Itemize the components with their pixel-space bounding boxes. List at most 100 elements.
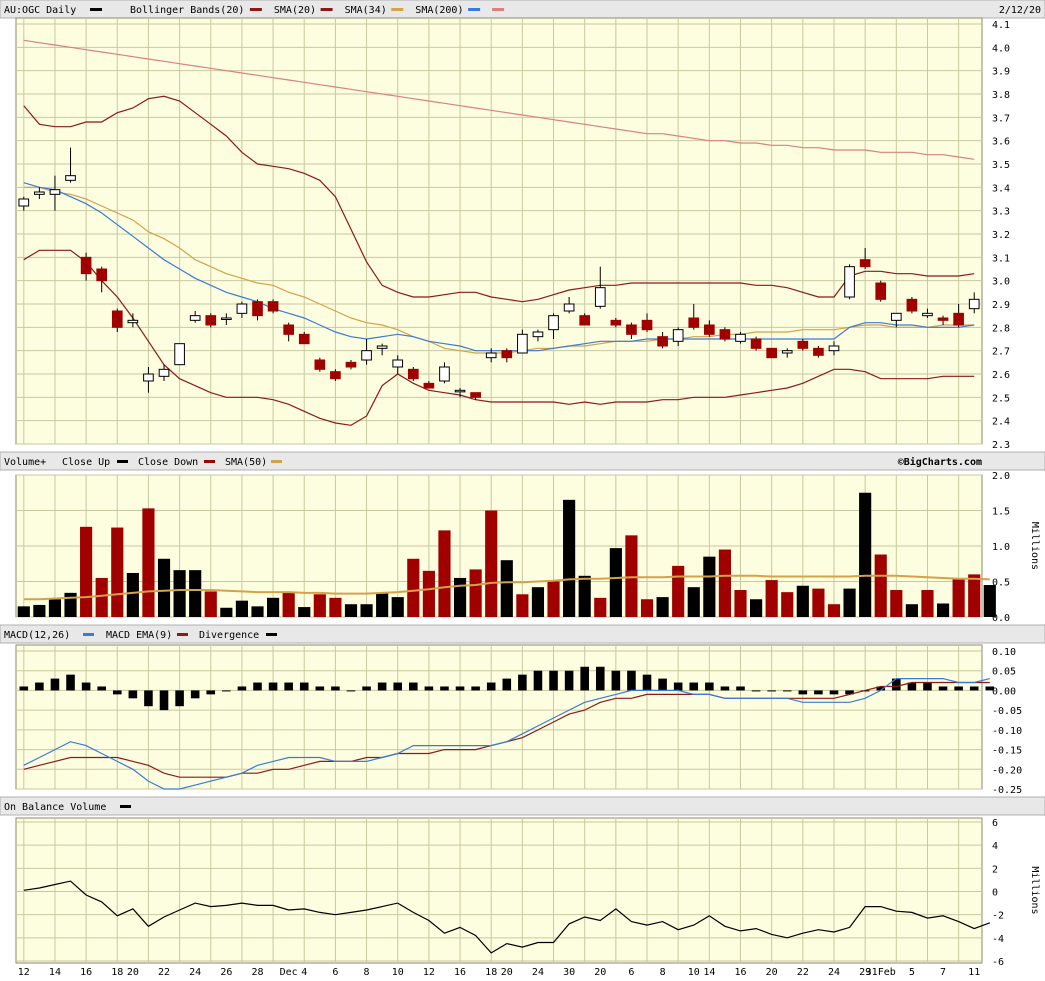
candle-down xyxy=(345,361,357,368)
macd-divergence-bar xyxy=(486,682,496,691)
price-y-tick-label: 4.0 xyxy=(992,43,1010,54)
volume-bar-up xyxy=(33,604,46,617)
candle-up xyxy=(392,359,404,368)
x-tick-label: 30 xyxy=(563,967,575,978)
legend-swatch xyxy=(492,8,505,11)
macd-divergence-bar xyxy=(658,678,667,691)
macd-divergence-label: Divergence xyxy=(199,630,259,641)
x-tick-label: 18 xyxy=(485,967,497,978)
candle-up xyxy=(49,189,61,195)
x-tick-label: 12 xyxy=(423,967,435,978)
candle-up xyxy=(236,303,248,314)
volume-bar-down xyxy=(625,535,638,617)
candle-down xyxy=(610,319,622,326)
volume-bar-down xyxy=(812,588,825,617)
macd-divergence-bar xyxy=(112,690,122,695)
macd-ema-swatch xyxy=(177,633,188,636)
candle-up xyxy=(548,315,559,331)
obv-y-tick-label: 2 xyxy=(992,864,998,875)
candle-down xyxy=(937,317,949,321)
candle-up xyxy=(781,350,793,354)
x-tick-label: 14 xyxy=(703,967,715,978)
macd-divergence-bar xyxy=(66,674,75,691)
candle-up xyxy=(735,333,746,342)
macd-divergence-bar xyxy=(206,690,216,695)
candle-down xyxy=(797,340,809,349)
x-tick-label: 6 xyxy=(332,967,338,978)
price-legend-swatch xyxy=(90,8,102,11)
macd-divergence-bar xyxy=(814,690,823,695)
x-tick-label: 31Feb xyxy=(866,967,896,978)
macd-divergence-bar xyxy=(595,666,605,691)
macd-divergence-bar xyxy=(705,682,714,691)
x-tick-label: 20 xyxy=(766,967,778,978)
volume-bar-up xyxy=(500,560,513,617)
price-y-tick-label: 3.7 xyxy=(992,113,1010,124)
volume-bar-up xyxy=(344,604,358,617)
macd-divergence-bar xyxy=(782,690,792,692)
macd-divergence-bar xyxy=(362,686,371,691)
candle-up xyxy=(221,317,232,320)
volume-bar-up xyxy=(220,607,233,617)
volume-bar-down xyxy=(874,554,887,617)
volume-bar-up xyxy=(578,575,591,617)
volume-bar-down xyxy=(142,508,155,617)
volume-y-tick-label: 2.0 xyxy=(992,471,1010,482)
candle-down xyxy=(657,336,668,347)
volume-bar-down xyxy=(407,558,420,617)
chart-root: 2.3 2.4 2.5 2.6 2.7 2.8 2.9 3.0 3.1 3.2 3.3 3.4 3.5 3… xyxy=(0,0,1045,981)
volume-bar-up xyxy=(391,597,404,617)
price-y-tick-label: 3.4 xyxy=(992,183,1010,194)
volume-bar-up xyxy=(905,604,918,617)
volume-bar-down xyxy=(95,577,108,617)
x-tick-label: 24 xyxy=(828,967,840,978)
volume-bar-down xyxy=(422,570,435,617)
volume-bar-up xyxy=(64,592,77,617)
macd-divergence-bar xyxy=(377,682,387,691)
macd-divergence-bar xyxy=(19,686,29,691)
macd-divergence-bar xyxy=(97,686,106,691)
candle-down xyxy=(641,319,653,331)
candle-down xyxy=(875,282,887,300)
price-y-tick-label: 3.0 xyxy=(992,277,1010,288)
x-tick-label: 16 xyxy=(80,967,92,978)
volume-bar-down xyxy=(890,590,903,617)
candle-up xyxy=(563,303,575,312)
macd-divergence-bar xyxy=(969,686,979,691)
macd-divergence-bar xyxy=(455,686,465,691)
price-y-tick-label: 2.7 xyxy=(992,347,1010,358)
candle-down xyxy=(80,256,92,275)
macd-y-tick-label: -0.20 xyxy=(992,765,1022,776)
macd-y-tick-label: 0.10 xyxy=(992,647,1016,658)
candle-up xyxy=(844,266,855,298)
candle-up xyxy=(532,331,544,338)
candle-up xyxy=(127,319,139,324)
volume-bar-down xyxy=(204,591,217,617)
volume-sma-swatch xyxy=(271,460,282,463)
x-tick-label: 16 xyxy=(734,967,746,978)
volume-bar-down xyxy=(80,526,93,617)
candle-down xyxy=(96,268,108,282)
candle-down xyxy=(267,301,279,312)
macd-swatch xyxy=(83,633,94,636)
macd-divergence-bar xyxy=(580,666,589,691)
macd-divergence-bar xyxy=(346,690,356,692)
volume-bar-up xyxy=(48,599,62,617)
macd-divergence-bar xyxy=(440,686,449,691)
volume-bar-up xyxy=(235,600,248,617)
x-tick-label: 10 xyxy=(688,967,700,978)
x-tick-label: 22 xyxy=(158,967,170,978)
volume-bar-up xyxy=(453,577,467,617)
volume-bar-up xyxy=(173,570,186,617)
candle-up xyxy=(174,343,185,366)
obv-y-tick-label: 0 xyxy=(992,888,998,899)
macd-divergence-bar xyxy=(502,678,512,691)
volume-bar-up xyxy=(936,603,950,617)
macd-y-tick-label: -0.05 xyxy=(992,706,1022,717)
candle-down xyxy=(750,338,762,349)
macd-divergence-bar xyxy=(518,674,527,691)
volume-bar-up xyxy=(656,597,669,617)
x-tick-label: 12 xyxy=(18,967,30,978)
x-tick-label: 16 xyxy=(454,967,466,978)
macd-divergence-bar xyxy=(689,682,699,691)
